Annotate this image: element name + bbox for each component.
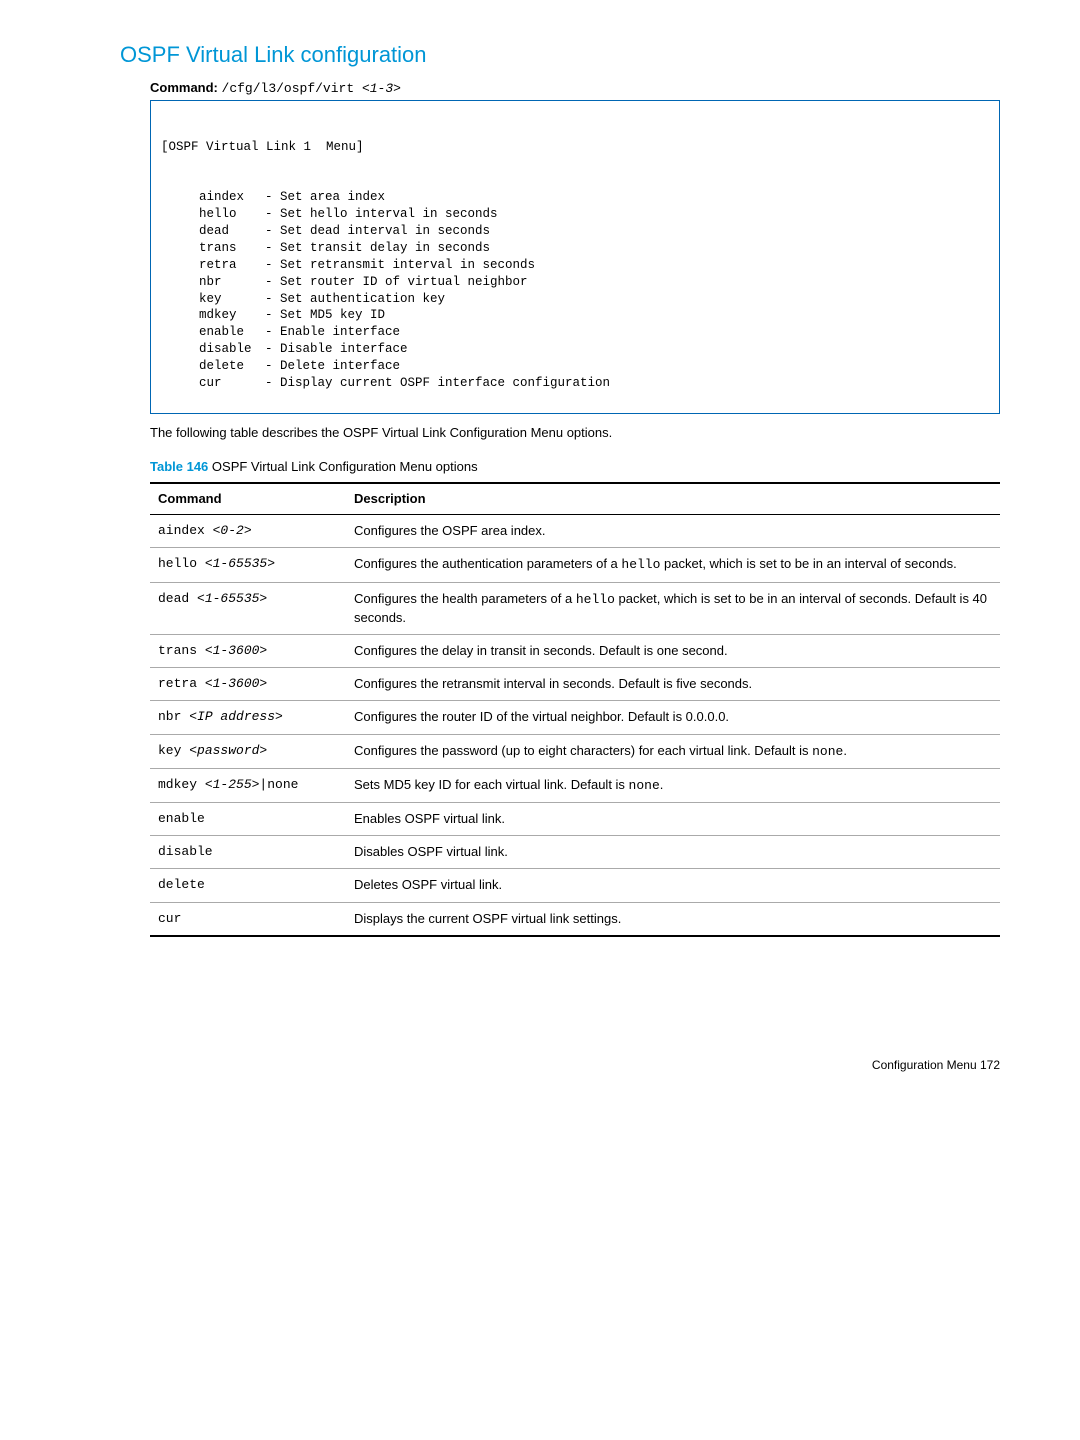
terminal-line: hello- Set hello interval in seconds <box>161 206 989 223</box>
cell-description: Configures the OSPF area index. <box>346 515 1000 548</box>
terminal-header: [OSPF Virtual Link 1 Menu] <box>161 139 989 156</box>
options-table: Command Description aindex <0-2>Configur… <box>150 482 1000 937</box>
terminal-line: dead- Set dead interval in seconds <box>161 223 989 240</box>
terminal-line: nbr- Set router ID of virtual neighbor <box>161 274 989 291</box>
terminal-line: cur- Display current OSPF interface conf… <box>161 375 989 392</box>
command-param: <1-3> <box>362 81 401 96</box>
table-row: key <password>Configures the password (u… <box>150 734 1000 768</box>
col-command: Command <box>150 483 346 515</box>
table-row: dead <1-65535>Configures the health para… <box>150 582 1000 634</box>
cell-command: mdkey <1-255>|none <box>150 768 346 802</box>
terminal-line: mdkey- Set MD5 key ID <box>161 307 989 324</box>
cell-command: cur <box>150 902 346 936</box>
cell-description: Configures the authentication parameters… <box>346 548 1000 582</box>
cell-description: Configures the retransmit interval in se… <box>346 668 1000 701</box>
cell-command: retra <1-3600> <box>150 668 346 701</box>
cell-command: enable <box>150 802 346 835</box>
table-row: nbr <IP address>Configures the router ID… <box>150 701 1000 734</box>
table-row: hello <1-65535>Configures the authentica… <box>150 548 1000 582</box>
cell-command: key <password> <box>150 734 346 768</box>
cell-description: Disables OSPF virtual link. <box>346 836 1000 869</box>
cell-description: Displays the current OSPF virtual link s… <box>346 902 1000 936</box>
cell-description: Configures the health parameters of a he… <box>346 582 1000 634</box>
page-footer: Configuration Menu 172 <box>120 1057 1000 1074</box>
cell-description: Deletes OSPF virtual link. <box>346 869 1000 902</box>
table-caption: Table 146 OSPF Virtual Link Configuratio… <box>150 458 1000 476</box>
cell-command: delete <box>150 869 346 902</box>
table-row: deleteDeletes OSPF virtual link. <box>150 869 1000 902</box>
cell-command: nbr <IP address> <box>150 701 346 734</box>
cell-description: Sets MD5 key ID for each virtual link. D… <box>346 768 1000 802</box>
cell-command: trans <1-3600> <box>150 635 346 668</box>
command-label: Command: <box>150 80 218 95</box>
page-heading: OSPF Virtual Link configuration <box>120 40 1000 71</box>
cell-command: hello <1-65535> <box>150 548 346 582</box>
table-row: trans <1-3600>Configures the delay in tr… <box>150 635 1000 668</box>
table-row: retra <1-3600>Configures the retransmit … <box>150 668 1000 701</box>
table-row: enableEnables OSPF virtual link. <box>150 802 1000 835</box>
cell-description: Configures the delay in transit in secon… <box>346 635 1000 668</box>
cell-command: dead <1-65535> <box>150 582 346 634</box>
table-row: disableDisables OSPF virtual link. <box>150 836 1000 869</box>
cell-command: aindex <0-2> <box>150 515 346 548</box>
terminal-line: key- Set authentication key <box>161 291 989 308</box>
col-description: Description <box>346 483 1000 515</box>
terminal-line: aindex- Set area index <box>161 189 989 206</box>
table-caption-text: OSPF Virtual Link Configuration Menu opt… <box>208 459 477 474</box>
terminal-line: disable- Disable interface <box>161 341 989 358</box>
terminal-output: [OSPF Virtual Link 1 Menu] aindex- Set a… <box>150 100 1000 414</box>
table-row: curDisplays the current OSPF virtual lin… <box>150 902 1000 936</box>
terminal-line: retra- Set retransmit interval in second… <box>161 257 989 274</box>
cell-description: Enables OSPF virtual link. <box>346 802 1000 835</box>
table-row: aindex <0-2>Configures the OSPF area ind… <box>150 515 1000 548</box>
cell-description: Configures the password (up to eight cha… <box>346 734 1000 768</box>
terminal-line: enable- Enable interface <box>161 324 989 341</box>
table-number: Table 146 <box>150 459 208 474</box>
cell-description: Configures the router ID of the virtual … <box>346 701 1000 734</box>
command-line: Command: /cfg/l3/ospf/virt <1-3> <box>150 79 1000 98</box>
intro-text: The following table describes the OSPF V… <box>150 424 1000 442</box>
table-row: mdkey <1-255>|noneSets MD5 key ID for ea… <box>150 768 1000 802</box>
table-header-row: Command Description <box>150 483 1000 515</box>
command-path: /cfg/l3/ospf/virt <box>222 81 362 96</box>
cell-command: disable <box>150 836 346 869</box>
terminal-line: trans- Set transit delay in seconds <box>161 240 989 257</box>
terminal-line: delete- Delete interface <box>161 358 989 375</box>
